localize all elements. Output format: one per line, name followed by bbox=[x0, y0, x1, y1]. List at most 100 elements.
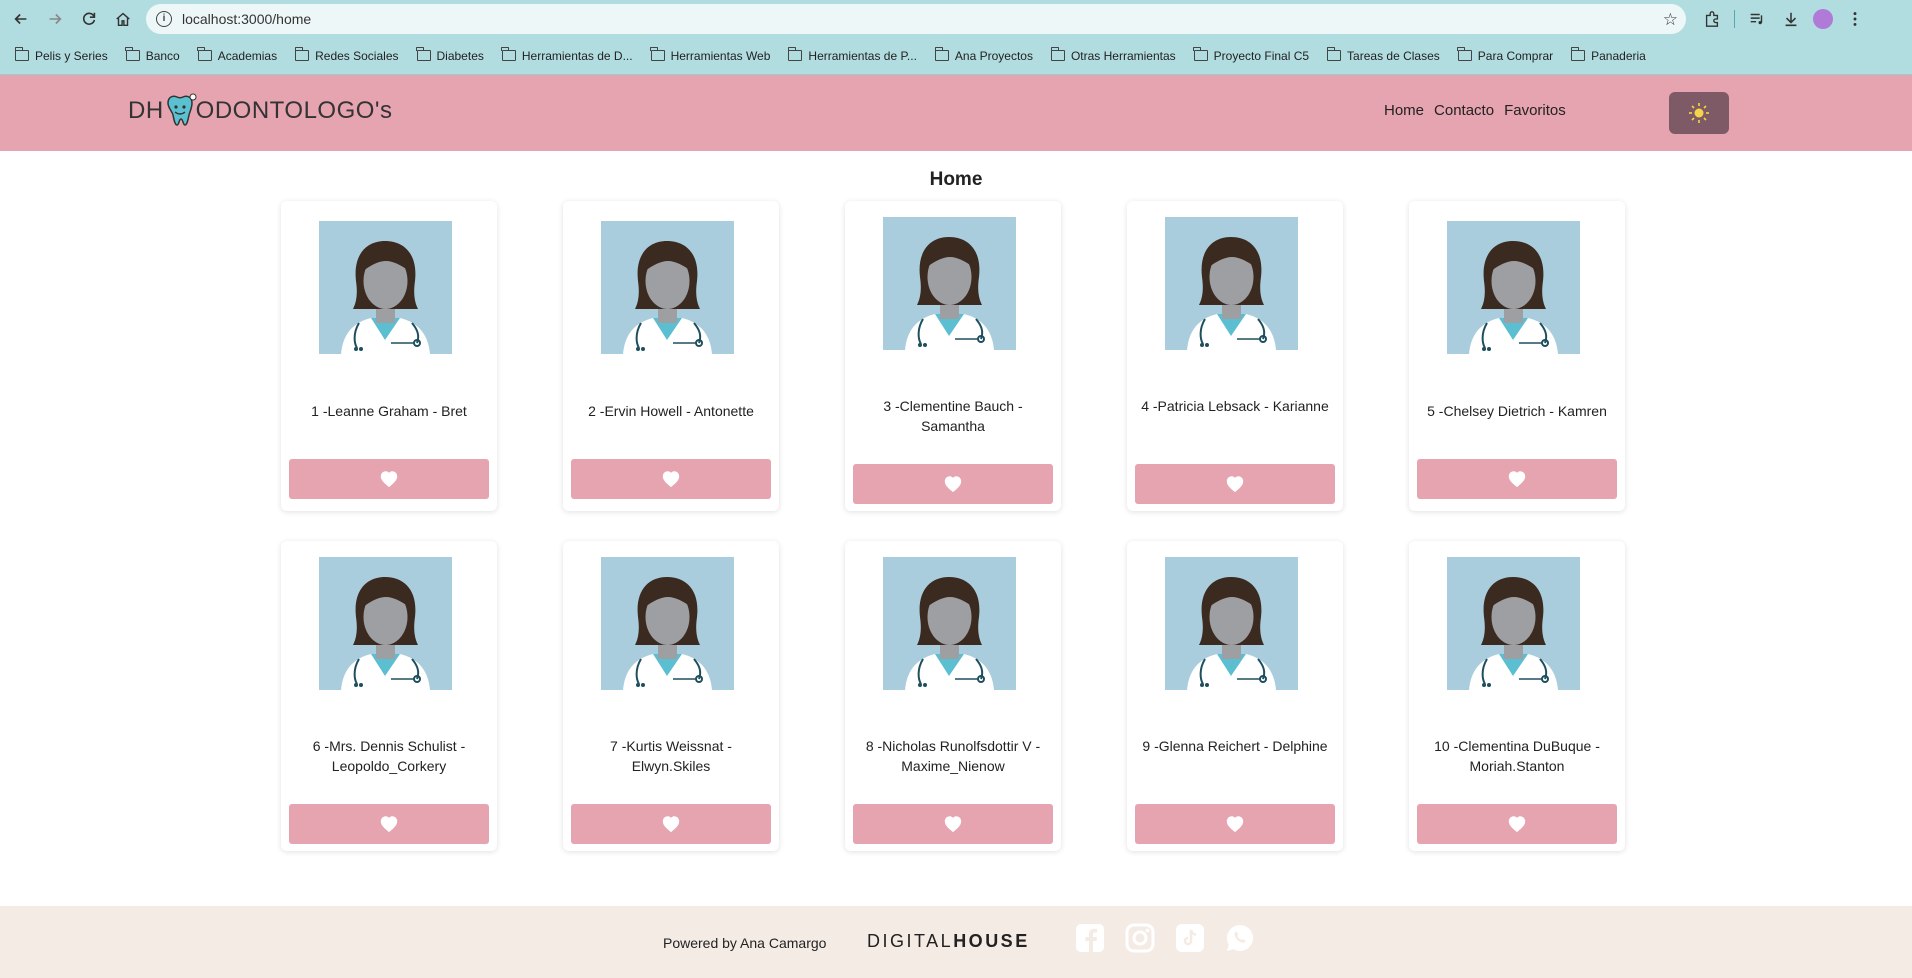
powered-by: Powered by Ana Camargo bbox=[663, 935, 827, 951]
bookmark-item[interactable]: Redes Sociales bbox=[286, 42, 407, 70]
dentist-name[interactable]: 2 -Ervin Howell - Antonette bbox=[573, 401, 769, 421]
dentist-card[interactable]: 10 -Clementina DuBuque - Moriah.Stanton bbox=[1409, 541, 1625, 851]
nav-contacto[interactable]: Contacto bbox=[1434, 102, 1494, 119]
tooth-logo-icon bbox=[166, 93, 197, 126]
folder-icon bbox=[788, 47, 803, 61]
dentist-card[interactable]: 5 -Chelsey Dietrich - Kamren bbox=[1409, 201, 1625, 511]
bookmark-item[interactable]: Panaderia bbox=[1562, 42, 1655, 70]
media-queue-icon[interactable] bbox=[1745, 7, 1769, 31]
dentist-card[interactable]: 9 -Glenna Reichert - Delphine bbox=[1127, 541, 1343, 851]
url-text[interactable]: localhost:3000/home bbox=[182, 11, 311, 27]
bookmark-label: Redes Sociales bbox=[315, 48, 399, 63]
dentist-avatar bbox=[883, 557, 1016, 690]
bookmark-item[interactable]: Banco bbox=[117, 42, 189, 70]
dentist-name[interactable]: 9 -Glenna Reichert - Delphine bbox=[1137, 736, 1333, 756]
favorite-button[interactable] bbox=[289, 459, 489, 499]
back-icon[interactable] bbox=[6, 4, 36, 34]
bookmark-item[interactable]: Otras Herramientas bbox=[1042, 42, 1185, 70]
folder-icon bbox=[294, 47, 310, 61]
dentist-card[interactable]: 8 -Nicholas Runolfsdottir V - Maxime_Nie… bbox=[845, 541, 1061, 851]
sun-icon bbox=[1689, 103, 1709, 123]
favorite-button[interactable] bbox=[571, 804, 771, 844]
logo-prefix: DH bbox=[128, 97, 164, 124]
bookmark-item[interactable]: Ana Proyectos bbox=[926, 42, 1042, 70]
heart-icon bbox=[943, 815, 963, 833]
main-nav: Home Contacto Favoritos bbox=[1384, 102, 1566, 119]
heart-icon bbox=[379, 815, 399, 833]
dentist-name[interactable]: 6 -Mrs. Dennis Schulist - Leopoldo_Corke… bbox=[291, 736, 487, 776]
site-info-icon[interactable]: i bbox=[156, 10, 172, 27]
bookmark-label: Para Comprar bbox=[1477, 48, 1554, 63]
favorite-button[interactable] bbox=[571, 459, 771, 499]
app-header: DH ODONTOLOGO's Home Contacto Favoritos bbox=[0, 75, 1912, 151]
dentist-avatar bbox=[1165, 557, 1298, 690]
dentist-name[interactable]: 7 -Kurtis Weissnat - Elwyn.Skiles bbox=[573, 736, 769, 776]
dentist-card[interactable]: 3 -Clementine Bauch - Samantha bbox=[845, 201, 1061, 511]
favorite-button[interactable] bbox=[1417, 804, 1617, 844]
favorite-button[interactable] bbox=[289, 804, 489, 844]
menu-kebab-icon[interactable] bbox=[1843, 7, 1867, 31]
heart-icon bbox=[661, 815, 681, 833]
bookmark-item[interactable]: Herramientas de D... bbox=[493, 42, 642, 70]
address-bar[interactable]: i localhost:3000/home ☆ bbox=[146, 3, 1686, 34]
logo-suffix: ODONTOLOGO's bbox=[195, 97, 393, 124]
nav-home[interactable]: Home bbox=[1384, 102, 1424, 119]
bookmark-star-icon[interactable]: ☆ bbox=[1663, 10, 1678, 30]
home-icon[interactable] bbox=[108, 4, 138, 34]
dentist-name[interactable]: 1 -Leanne Graham - Bret bbox=[291, 401, 487, 421]
dentist-name[interactable]: 4 -Patricia Lebsack - Karianne bbox=[1137, 396, 1333, 416]
dentist-avatar bbox=[601, 557, 734, 690]
dentist-card[interactable]: 4 -Patricia Lebsack - Karianne bbox=[1127, 201, 1343, 511]
folder-icon bbox=[1193, 47, 1208, 61]
bookmark-label: Herramientas Web bbox=[670, 48, 771, 63]
dentist-card[interactable]: 2 -Ervin Howell - Antonette bbox=[563, 201, 779, 511]
browser-toolbar: i localhost:3000/home ☆ bbox=[0, 0, 1912, 37]
digitalhouse-logo: DIGITALHOUSE bbox=[867, 931, 1030, 952]
folder-icon bbox=[1457, 47, 1472, 61]
extensions-icon[interactable] bbox=[1700, 7, 1724, 31]
whatsapp-icon[interactable] bbox=[1224, 922, 1256, 954]
bookmark-label: Herramientas de D... bbox=[521, 48, 633, 63]
bookmark-label: Banco bbox=[145, 48, 180, 63]
tiktok-icon[interactable] bbox=[1174, 922, 1206, 954]
bookmark-label: Pelis y Series bbox=[35, 48, 108, 63]
bookmark-item[interactable]: Academias bbox=[189, 42, 286, 70]
bookmark-label: Academias bbox=[217, 48, 278, 63]
reload-icon[interactable] bbox=[74, 4, 104, 34]
favorite-button[interactable] bbox=[853, 464, 1053, 504]
dentist-card[interactable]: 1 -Leanne Graham - Bret bbox=[281, 201, 497, 511]
favorite-button[interactable] bbox=[1417, 459, 1617, 499]
brand-light: DIGITAL bbox=[867, 931, 954, 951]
folder-icon bbox=[416, 47, 431, 61]
heart-icon bbox=[943, 475, 963, 493]
download-icon[interactable] bbox=[1779, 7, 1803, 31]
nav-favoritos[interactable]: Favoritos bbox=[1504, 102, 1566, 119]
favorite-button[interactable] bbox=[853, 804, 1053, 844]
folder-icon bbox=[14, 47, 29, 61]
dentist-name[interactable]: 8 -Nicholas Runolfsdottir V - Maxime_Nie… bbox=[855, 736, 1051, 776]
profile-avatar-icon[interactable] bbox=[1813, 8, 1833, 29]
bookmark-item[interactable]: Herramientas de P... bbox=[779, 42, 926, 70]
dentist-name[interactable]: 5 -Chelsey Dietrich - Kamren bbox=[1419, 401, 1615, 421]
toolbar-divider bbox=[1734, 9, 1735, 28]
theme-toggle-button[interactable] bbox=[1669, 92, 1729, 134]
logo[interactable]: DH ODONTOLOGO's bbox=[128, 91, 393, 131]
dentist-card[interactable]: 6 -Mrs. Dennis Schulist - Leopoldo_Corke… bbox=[281, 541, 497, 851]
favorite-button[interactable] bbox=[1135, 804, 1335, 844]
folder-icon bbox=[934, 47, 949, 61]
bookmark-item[interactable]: Pelis y Series bbox=[6, 42, 117, 70]
favorite-button[interactable] bbox=[1135, 464, 1335, 504]
instagram-icon[interactable] bbox=[1124, 922, 1156, 954]
folder-icon bbox=[1050, 47, 1065, 61]
bookmark-item[interactable]: Para Comprar bbox=[1449, 42, 1562, 70]
bookmark-item[interactable]: Diabetes bbox=[408, 42, 493, 70]
forward-icon[interactable] bbox=[40, 4, 70, 34]
bookmark-item[interactable]: Tareas de Clases bbox=[1318, 42, 1449, 70]
facebook-icon[interactable] bbox=[1074, 922, 1106, 954]
bookmark-item[interactable]: Herramientas Web bbox=[642, 42, 780, 70]
bookmark-item[interactable]: Proyecto Final C5 bbox=[1185, 42, 1318, 70]
dentist-name[interactable]: 10 -Clementina DuBuque - Moriah.Stanton bbox=[1419, 736, 1615, 776]
dentist-card[interactable]: 7 -Kurtis Weissnat - Elwyn.Skiles bbox=[563, 541, 779, 851]
dentist-avatar bbox=[601, 221, 734, 354]
dentist-name[interactable]: 3 -Clementine Bauch - Samantha bbox=[855, 396, 1051, 436]
